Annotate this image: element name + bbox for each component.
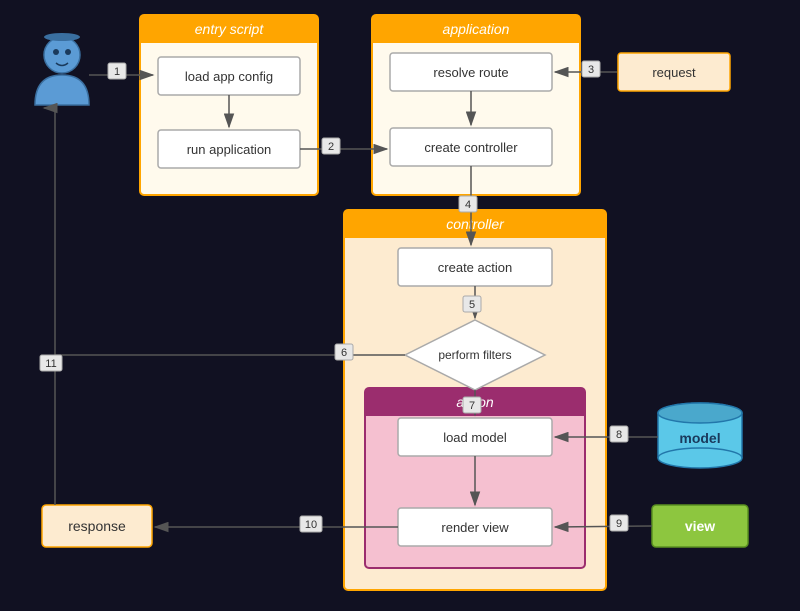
- controller-label: controller: [446, 216, 505, 232]
- arrow-4-label: 4: [465, 199, 471, 211]
- arrow-6-label: 6: [341, 347, 347, 359]
- entry-script-label: entry script: [195, 21, 265, 37]
- arrow-9-label: 9: [616, 518, 622, 530]
- application-label: application: [443, 21, 510, 37]
- arrow-8-label: 8: [616, 429, 622, 441]
- user-hat: [44, 33, 80, 41]
- response-text: response: [68, 518, 126, 534]
- arrow-3-label: 3: [588, 64, 594, 76]
- arrow-10-label: 10: [305, 519, 317, 531]
- user-eye-left: [53, 49, 59, 55]
- arrow-1-label: 1: [114, 66, 120, 78]
- arrow-2-label: 2: [328, 141, 334, 153]
- diagram: entry script application controller acti…: [0, 0, 800, 611]
- main-svg: entry script application controller acti…: [0, 0, 800, 611]
- load-model-text: load model: [443, 430, 507, 445]
- arrow-7-label: 7: [469, 400, 475, 412]
- load-app-config-text: load app config: [185, 69, 273, 84]
- arrow-9-line: [555, 526, 652, 527]
- model-top2: [658, 403, 742, 423]
- user-eye-right: [65, 49, 71, 55]
- arrow-11-label: 11: [45, 358, 56, 370]
- render-view-text: render view: [441, 520, 509, 535]
- create-controller-text: create controller: [424, 140, 518, 155]
- arrow-5-label: 5: [469, 299, 475, 311]
- view-text: view: [685, 518, 715, 534]
- resolve-route-text: resolve route: [433, 65, 508, 80]
- perform-filters-text: perform filters: [438, 348, 511, 362]
- model-bottom: [658, 448, 742, 468]
- create-action-text: create action: [438, 260, 512, 275]
- run-application-text: run application: [187, 142, 272, 157]
- user-head: [44, 37, 80, 73]
- request-text: request: [652, 65, 696, 80]
- model-text: model: [679, 430, 720, 446]
